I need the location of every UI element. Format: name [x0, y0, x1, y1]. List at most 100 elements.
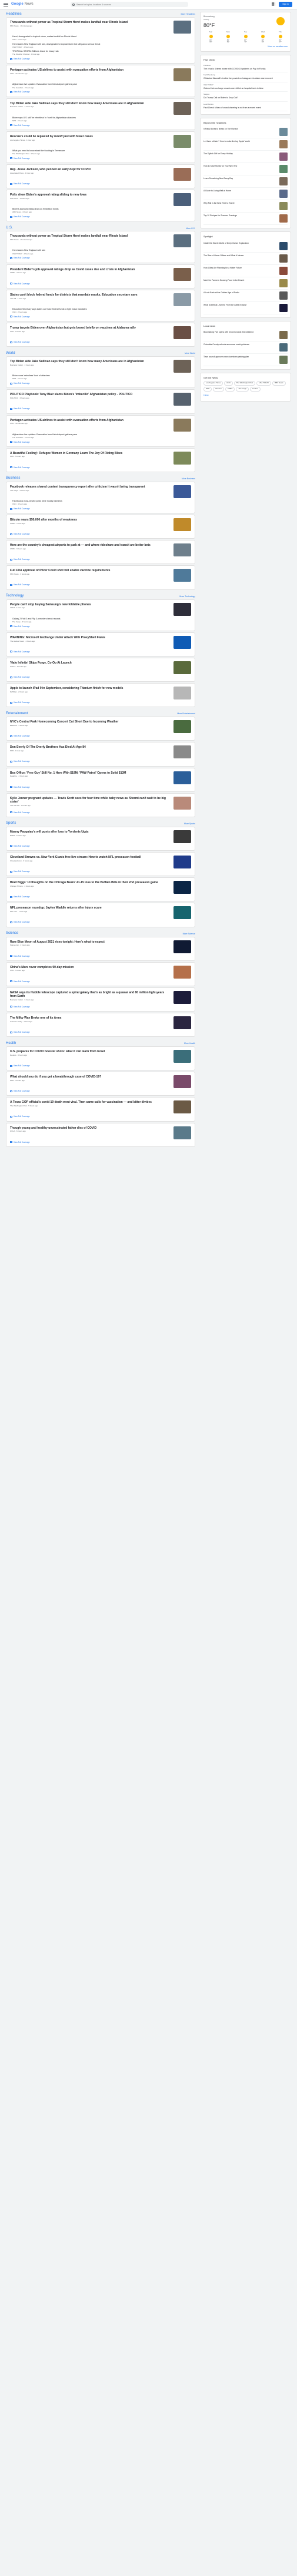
- full-coverage-link[interactable]: View Full Coverage: [10, 1065, 191, 1067]
- fact-check-headline[interactable]: Fact Check: Video of crowd cheering is n…: [203, 107, 288, 110]
- source-chip[interactable]: Forbes: [250, 386, 261, 392]
- beyond-headlines-item[interactable]: Why Fall Is the Best Time to Travel: [203, 200, 288, 213]
- full-coverage-link[interactable]: View Full Coverage: [10, 58, 191, 60]
- story-card[interactable]: Cleveland Browns vs. New York Giants fre…: [6, 852, 195, 877]
- beyond-headlines-headline[interactable]: Let them sit later? How to make the top …: [203, 140, 277, 148]
- local-news-thumbnail[interactable]: [279, 355, 288, 364]
- full-coverage-link[interactable]: View Full Coverage: [10, 896, 191, 898]
- beyond-headlines-item[interactable]: Top 10 Recipes for Summer Evenings: [203, 213, 288, 226]
- story-card[interactable]: Pentagon activates US airlines to assist…: [6, 65, 195, 97]
- story-headline[interactable]: Apple to launch iPad 9 in September, con…: [10, 687, 170, 690]
- full-coverage-link[interactable]: View Full Coverage: [10, 183, 191, 185]
- story-card[interactable]: Here are the country's cheapest airports…: [6, 540, 195, 565]
- related-headline[interactable]: What you need to know about the flooding…: [12, 150, 191, 152]
- story-card[interactable]: People can't stop buying Samsung's new f…: [6, 599, 195, 631]
- beyond-headlines-thumbnail[interactable]: [279, 177, 288, 186]
- source-chip[interactable]: The Verge: [236, 386, 249, 392]
- related-story[interactable]: TROPICAL STORM: Millions brace for heavy…: [12, 50, 191, 56]
- spotlight-item[interactable]: Meet the Farmers Growing Food in the Des…: [203, 277, 288, 290]
- story-headline[interactable]: Cleveland Browns vs. New York Giants fre…: [10, 856, 170, 859]
- story-card[interactable]: A Beautiful Feeling': Refugee Women in G…: [6, 447, 195, 472]
- story-card[interactable]: Bitcoin nears $50,000 after months of we…: [6, 515, 195, 539]
- source-chip[interactable]: CNBC: [225, 386, 235, 392]
- related-headline[interactable]: Galaxy Z Fold 3 and Flip 3 preorders bre…: [12, 618, 191, 621]
- related-headline[interactable]: Facebook's most-viewed posts were mostly…: [12, 500, 191, 503]
- app-logo[interactable]: Google News: [11, 2, 34, 7]
- beyond-headlines-item[interactable]: Learn Something New Every Day: [203, 175, 288, 188]
- section-title[interactable]: U.S.: [6, 226, 13, 231]
- story-thumbnail[interactable]: [173, 1100, 191, 1114]
- related-headline[interactable]: Biden vows 'relentless' hunt of attacker…: [12, 374, 191, 377]
- section-more-link[interactable]: More Business: [182, 478, 195, 480]
- spotlight-headline[interactable]: The Rise of Home Offices and What It Mea…: [203, 254, 277, 263]
- section-more-link[interactable]: More Science: [183, 933, 195, 936]
- story-card[interactable]: States can't block federal funds for dis…: [6, 289, 195, 321]
- story-thumbnail[interactable]: [173, 830, 191, 843]
- story-card[interactable]: Facebook releases shared content transpa…: [6, 481, 195, 514]
- related-headline[interactable]: Biden's approval rating drops as frustra…: [12, 208, 191, 211]
- story-thumbnail[interactable]: [173, 990, 191, 1004]
- story-card[interactable]: Kylie Jenner pregnant updates — Travis S…: [6, 793, 195, 817]
- story-card[interactable]: Top Biden aide Jake Sullivan says they s…: [6, 98, 195, 130]
- story-thumbnail[interactable]: [173, 906, 191, 920]
- related-story[interactable]: Biden's approval rating drops as frustra…: [12, 208, 191, 214]
- spotlight-headline[interactable]: How Cities Are Planning for a Hotter Fut…: [203, 267, 277, 275]
- story-headline[interactable]: 'Halo Infinite' Skips Forge, Co-Op At La…: [10, 661, 170, 665]
- full-coverage-link[interactable]: View Full Coverage: [10, 811, 191, 814]
- story-headline[interactable]: Top Biden aide Jake Sullivan says they s…: [10, 360, 170, 363]
- full-coverage-link[interactable]: View Full Coverage: [10, 1141, 191, 1143]
- spotlight-item[interactable]: What Scientists Learned From the Latest …: [203, 302, 288, 314]
- full-coverage-link[interactable]: View Full Coverage: [10, 441, 191, 443]
- related-story[interactable]: Education Secretary says states can't us…: [12, 308, 191, 314]
- local-news-thumbnail[interactable]: [279, 330, 288, 339]
- story-thumbnail[interactable]: [173, 68, 191, 82]
- story-card[interactable]: Don Everly Of The Everly Brothers Has Di…: [6, 742, 195, 767]
- beyond-headlines-headline[interactable]: Learn Something New Every Day: [203, 177, 277, 185]
- story-headline[interactable]: POLITICO Playbook: Tony Blair slams Bide…: [10, 393, 170, 396]
- story-card[interactable]: NYC's Central Park Homecoming Concert Cu…: [6, 717, 195, 741]
- story-headline[interactable]: Rescuers could be replaced by runoff jus…: [10, 135, 170, 138]
- story-card[interactable]: Rescuers could be replaced by runoff jus…: [6, 131, 195, 163]
- story-card[interactable]: What should you do if you get a breakthr…: [6, 1072, 195, 1096]
- story-headline[interactable]: Pentagon activates US airlines to assist…: [10, 419, 170, 422]
- story-card[interactable]: Rep. Jesse Jackson, who penned an early …: [6, 164, 195, 189]
- story-thumbnail[interactable]: [173, 326, 191, 339]
- story-card[interactable]: Thousands without power as Tropical Stor…: [6, 17, 195, 64]
- story-headline[interactable]: NFL preseason roundup: Jaylen Waddle ret…: [10, 906, 170, 910]
- story-headline[interactable]: Polls show Biden's approval rating slidi…: [10, 193, 170, 197]
- spotlight-item[interactable]: A Look Back at the Golden Age of Radio: [203, 290, 288, 302]
- story-thumbnail[interactable]: [173, 21, 191, 34]
- fact-check-headline[interactable]: Ghislaine Maxwell's brother Ian posted o…: [203, 77, 288, 80]
- story-thumbnail[interactable]: [173, 101, 191, 115]
- related-story[interactable]: Afghanistan live updates: Evacuation fro…: [12, 83, 191, 89]
- related-story[interactable]: Henri slams New England with rain, downg…: [12, 43, 191, 49]
- full-coverage-link[interactable]: View Full Coverage: [10, 676, 191, 678]
- story-headline[interactable]: Though young and healthy unvaccinated fa…: [10, 1126, 170, 1130]
- local-news-headline[interactable]: Bloomsburg Fair opens with record crowds…: [203, 331, 277, 339]
- full-coverage-link[interactable]: View Full Coverage: [10, 341, 191, 343]
- spotlight-headline[interactable]: Meet the Farmers Growing Food in the Des…: [203, 279, 277, 287]
- full-coverage-link[interactable]: View Full Coverage: [10, 625, 191, 628]
- story-card[interactable]: Pentagon activates US airlines to assist…: [6, 415, 195, 447]
- story-thumbnail[interactable]: [173, 569, 191, 582]
- related-story[interactable]: What you need to know about the flooding…: [12, 150, 191, 155]
- story-thumbnail[interactable]: [173, 418, 191, 432]
- story-card[interactable]: Apple to launch iPad 9 in September, con…: [6, 683, 195, 708]
- story-headline[interactable]: The Milky Way Broke one of its Arms: [10, 1016, 170, 1020]
- story-headline[interactable]: China's Mars rover completes 90-day miss…: [10, 966, 170, 969]
- section-more-link[interactable]: More Entertainment: [177, 712, 195, 715]
- beyond-headlines-thumbnail[interactable]: [279, 152, 288, 161]
- related-story[interactable]: Biden says U.S. will 'be relentless' in …: [12, 117, 191, 122]
- story-headline[interactable]: Full FDA approval of Pfizer Covid shot w…: [10, 569, 170, 572]
- beyond-headlines-thumbnail[interactable]: [279, 128, 288, 137]
- beyond-headlines-headline[interactable]: 5 Flaky Boxes to Break on The Horizon: [203, 128, 277, 136]
- section-more-link[interactable]: More Sports: [184, 823, 195, 825]
- story-thumbnail[interactable]: [173, 518, 191, 532]
- source-chip[interactable]: USA TODAY: [256, 380, 272, 386]
- full-coverage-link[interactable]: View Full Coverage: [10, 157, 191, 160]
- story-thumbnail[interactable]: [173, 134, 191, 148]
- beyond-headlines-headline[interactable]: Top 10 Recipes for Summer Evenings: [203, 214, 277, 223]
- full-coverage-link[interactable]: View Full Coverage: [10, 257, 191, 259]
- related-headline[interactable]: Afghanistan live updates: Evacuation fro…: [12, 433, 191, 436]
- source-chip[interactable]: Reuters: [213, 386, 224, 392]
